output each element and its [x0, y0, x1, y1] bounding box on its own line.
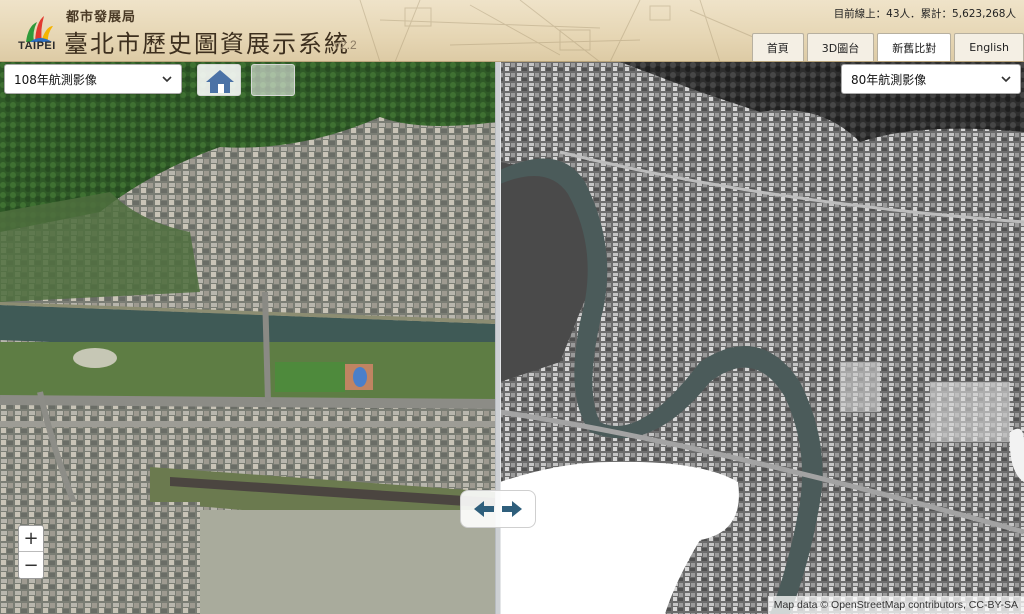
left-layer-select[interactable]: 108年航測影像 — [4, 64, 182, 94]
map-tool-button[interactable] — [251, 64, 295, 96]
left-layer-value: 108年航測影像 — [14, 72, 97, 87]
tab-english[interactable]: English — [954, 33, 1024, 61]
right-layer-value: 80年航測影像 — [851, 72, 927, 87]
swipe-handle[interactable] — [460, 490, 536, 528]
department-name: 都市發展局 — [66, 10, 137, 25]
site-header: TAIPEI 都市發展局 臺北市歷史圖資展示系統 v2.2 目前線上：43人．累… — [0, 0, 1024, 62]
tab-home[interactable]: 首頁 — [751, 33, 804, 61]
map-viewport[interactable] — [0, 62, 1024, 614]
tab-compare[interactable]: 新舊比對 — [877, 33, 952, 61]
chevron-down-icon — [1001, 76, 1011, 83]
logo-text: TAIPEI — [18, 40, 56, 52]
compare-divider[interactable] — [495, 62, 501, 614]
tab-3d-viewer[interactable]: 3D圖台 — [806, 33, 875, 61]
chevron-down-icon — [162, 76, 172, 83]
home-icon — [206, 70, 234, 93]
zoom-out-button[interactable]: − — [19, 552, 43, 578]
map-attribution[interactable]: Map data © OpenStreetMap contributors, C… — [767, 596, 1024, 614]
site-title: 臺北市歷史圖資展示系統 — [64, 30, 350, 58]
right-map-layer — [499, 62, 1024, 614]
map-imagery[interactable] — [0, 62, 1024, 614]
arrows-left-right-icon — [474, 501, 522, 517]
left-map-layer — [0, 62, 497, 614]
version-label: v2.2 — [334, 38, 357, 52]
zoom-in-button[interactable]: + — [19, 526, 43, 552]
main-nav: 首頁 3D圖台 新舊比對 English — [751, 33, 1024, 61]
zoom-control: + − — [18, 525, 44, 579]
home-button[interactable] — [197, 64, 241, 96]
visitor-counter: 目前線上：43人．累計：5,623,268人 — [833, 8, 1016, 20]
right-layer-select[interactable]: 80年航測影像 — [841, 64, 1021, 94]
